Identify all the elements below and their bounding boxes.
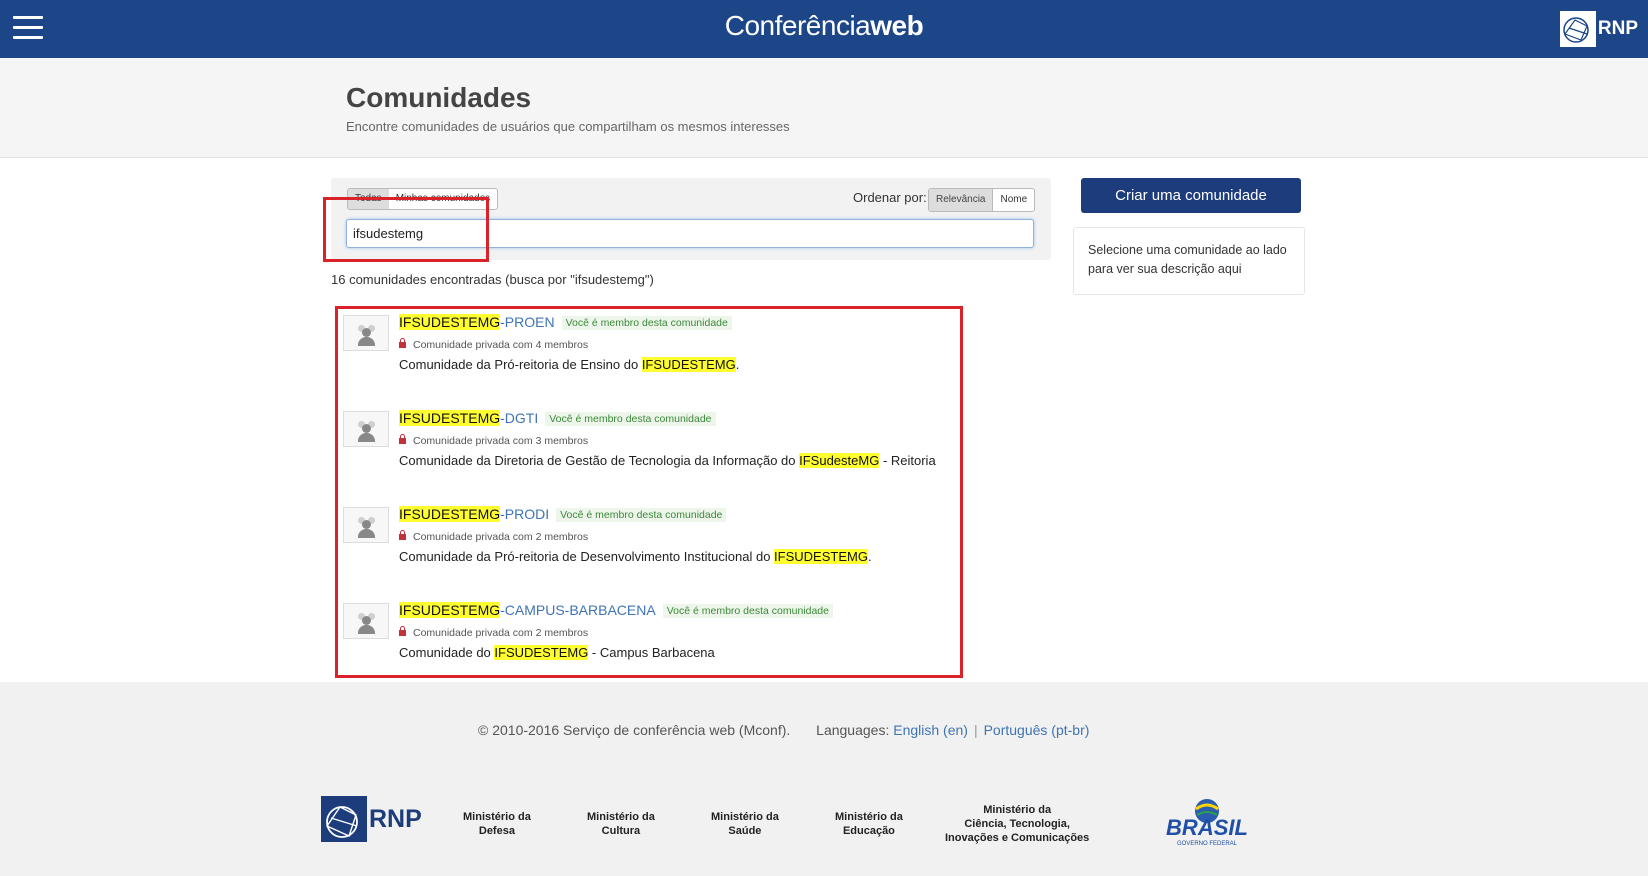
lang-pt-link[interactable]: Português (pt-br) xyxy=(984,722,1090,738)
languages-label: Languages: xyxy=(816,722,890,738)
create-community-button[interactable]: Criar uma comunidade xyxy=(1081,178,1301,213)
ministry-saude[interactable]: Ministério da Saúde xyxy=(711,810,779,838)
group-avatar-icon xyxy=(343,315,389,351)
page-subtitle: Encontre comunidades de usuários que com… xyxy=(346,119,790,134)
order-toggle: Relevância Nome xyxy=(928,188,1036,212)
lang-separator: | xyxy=(973,722,978,738)
footer: © 2010-2016 Serviço de conferência web (… xyxy=(0,682,1648,876)
rnp-globe-icon xyxy=(321,796,367,842)
lock-icon xyxy=(399,338,406,348)
community-meta: Comunidade privada com 4 membros xyxy=(399,338,588,351)
page-title: Comunidades xyxy=(346,82,532,113)
lang-en-link[interactable]: English (en) xyxy=(893,722,968,738)
page-header: Comunidades Encontre comunidades de usuá… xyxy=(0,58,1648,158)
list-item[interactable]: IFSUDESTEMG-PRODI Você é membro desta com… xyxy=(343,506,943,602)
lock-icon xyxy=(399,434,406,444)
search-input[interactable] xyxy=(346,219,1034,248)
community-meta: Comunidade privada com 2 membros xyxy=(399,530,588,543)
community-title-link[interactable]: IFSUDESTEMG-CAMPUS-BARBACENA Você é membr… xyxy=(399,602,833,618)
community-title-link[interactable]: IFSUDESTEMG-PROEN Você é membro desta com… xyxy=(399,314,732,330)
scope-tab-mine[interactable]: Minhas comunidades xyxy=(389,189,497,209)
results-list: IFSUDESTEMG-PROEN Você é membro desta com… xyxy=(343,314,943,698)
filter-panel: Todas Minhas comunidades Ordenar por: Re… xyxy=(331,178,1051,260)
ministry-educacao[interactable]: Ministério da Educação xyxy=(835,810,903,838)
top-navbar: Conferênciaweb RNP xyxy=(0,0,1648,58)
ministry-ciencia[interactable]: Ministério da Ciência, Tecnologia, Inovaçõ… xyxy=(945,803,1089,845)
community-description: Comunidade da Diretoria de Gestão de Tec… xyxy=(399,453,936,468)
ministry-defesa[interactable]: Ministério da Defesa xyxy=(463,810,531,838)
community-title-link[interactable]: IFSUDESTEMG-PRODI Você é membro desta com… xyxy=(399,506,727,522)
lock-icon xyxy=(399,626,406,636)
brand-logo[interactable]: Conferênciaweb xyxy=(0,10,1648,42)
order-name-button[interactable]: Nome xyxy=(993,189,1034,211)
rnp-logo: RNP xyxy=(1559,11,1638,47)
community-meta: Comunidade privada com 3 membros xyxy=(399,434,588,447)
svg-text:GOVERNO FEDERAL: GOVERNO FEDERAL xyxy=(1177,841,1238,847)
ministry-cultura[interactable]: Ministério da Cultura xyxy=(587,810,655,838)
member-badge: Você é membro desta comunidade xyxy=(556,508,727,522)
group-avatar-icon xyxy=(343,603,389,639)
group-avatar-icon xyxy=(343,411,389,447)
results-count: 16 comunidades encontradas (busca por "i… xyxy=(331,272,654,287)
footer-info: © 2010-2016 Serviço de conferência web (… xyxy=(478,722,1089,738)
community-description: Comunidade da Pró-reitoria de Ensino do … xyxy=(399,357,740,372)
community-info-panel: Selecione uma comunidade ao lado para ve… xyxy=(1073,227,1305,295)
rnp-logo-text: RNP xyxy=(1597,18,1638,39)
lock-icon xyxy=(399,530,406,540)
rnp-globe-icon xyxy=(1559,11,1596,47)
rnp-footer-logo[interactable]: RNP xyxy=(321,796,422,842)
copyright-text: © 2010-2016 Serviço de conferência web (… xyxy=(478,722,791,738)
list-item[interactable]: IFSUDESTEMG-DGTI Você é membro desta comu… xyxy=(343,410,943,506)
community-meta: Comunidade privada com 2 membros xyxy=(399,626,588,639)
rnp-footer-text: RNP xyxy=(369,804,422,833)
scope-tab-all[interactable]: Todas xyxy=(348,189,389,209)
member-badge: Você é membro desta comunidade xyxy=(545,412,716,426)
order-relevance-button[interactable]: Relevância xyxy=(929,189,994,211)
community-title-link[interactable]: IFSUDESTEMG-DGTI Você é membro desta comu… xyxy=(399,410,716,426)
community-description: Comunidade da Pró-reitoria de Desenvolvi… xyxy=(399,549,872,564)
community-description: Comunidade do IFSUDESTEMG - Campus Barba… xyxy=(399,645,715,660)
member-badge: Você é membro desta comunidade xyxy=(662,604,833,618)
member-badge: Você é membro desta comunidade xyxy=(561,316,732,330)
scope-toggle: Todas Minhas comunidades xyxy=(347,188,499,210)
brasil-government-logo[interactable]: BRASIL GOVERNO FEDERAL xyxy=(1147,797,1267,847)
svg-text:BRASIL: BRASIL xyxy=(1166,815,1248,840)
order-label: Ordenar por: xyxy=(853,190,927,205)
group-avatar-icon xyxy=(343,507,389,543)
list-item[interactable]: IFSUDESTEMG-PROEN Você é membro desta com… xyxy=(343,314,943,410)
